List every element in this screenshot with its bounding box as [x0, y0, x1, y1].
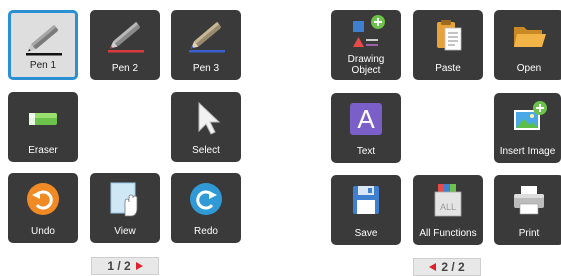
tool-label: Open [516, 63, 542, 74]
tool-insert-image[interactable]: Insert Image [494, 93, 561, 163]
paste-icon [413, 16, 483, 56]
save-icon [331, 181, 401, 221]
page-indicator-left[interactable]: 1 / 2 [91, 257, 159, 275]
previous-page-arrow-icon[interactable] [429, 263, 437, 271]
all-functions-icon-text: ALL [440, 202, 456, 212]
open-folder-icon [494, 16, 561, 56]
tool-label: Redo [194, 226, 218, 237]
tool-print[interactable]: Print [494, 175, 561, 245]
tool-label: View [114, 226, 136, 237]
tool-eraser[interactable]: Eraser [8, 92, 78, 162]
text-icon: A [331, 99, 401, 139]
tool-label: Insert Image [499, 146, 556, 157]
tool-label: Undo [31, 226, 55, 237]
tool-open[interactable]: Open [494, 10, 561, 80]
tool-label: Save [354, 228, 378, 239]
undo-icon [8, 179, 78, 219]
tool-drawing-object[interactable]: Drawing Object [331, 10, 401, 80]
tool-undo[interactable]: Undo [8, 173, 78, 243]
pen-red-icon [90, 16, 160, 56]
drawing-object-icon [331, 13, 401, 53]
insert-image-icon [494, 99, 561, 139]
tool-view[interactable]: View [90, 173, 160, 243]
page-indicator-right[interactable]: 2 / 2 [413, 258, 481, 276]
tool-label: Select [192, 145, 220, 156]
tool-save[interactable]: Save [331, 175, 401, 245]
next-page-arrow-icon[interactable] [135, 262, 143, 270]
text-icon-letter: A [350, 103, 382, 135]
pen-blue-icon [171, 16, 241, 56]
tool-label: Drawing Object [331, 54, 401, 76]
tool-label-line-2: Object [351, 65, 381, 76]
view-hand-icon [90, 179, 160, 219]
redo-icon [171, 179, 241, 219]
tool-text[interactable]: A Text [331, 93, 401, 163]
all-functions-icon: ALL [413, 181, 483, 221]
tool-label: Paste [435, 63, 461, 74]
tool-pen-1[interactable]: Pen 1 [8, 10, 78, 80]
tool-label: All Functions [419, 228, 477, 239]
print-icon [494, 181, 561, 221]
tool-pen-2[interactable]: Pen 2 [90, 10, 160, 80]
tool-label: Text [356, 146, 376, 157]
tool-label: Pen 3 [192, 63, 220, 74]
tool-all-functions[interactable]: ALL All Functions [413, 175, 483, 245]
tool-pen-3[interactable]: Pen 3 [171, 10, 241, 80]
tool-label: Pen 2 [111, 63, 139, 74]
page-number: 2 / 2 [441, 260, 465, 274]
tool-label-line-1: Drawing [347, 54, 385, 65]
tool-label: Pen 1 [29, 60, 57, 71]
select-arrow-icon [171, 98, 241, 138]
tool-redo[interactable]: Redo [171, 173, 241, 243]
tool-select[interactable]: Select [171, 92, 241, 162]
tool-label: Eraser [28, 145, 58, 156]
tool-label: Print [518, 228, 540, 239]
pen-black-icon [11, 19, 75, 59]
page-number: 1 / 2 [107, 259, 131, 273]
eraser-icon [8, 98, 78, 138]
tool-paste[interactable]: Paste [413, 10, 483, 80]
